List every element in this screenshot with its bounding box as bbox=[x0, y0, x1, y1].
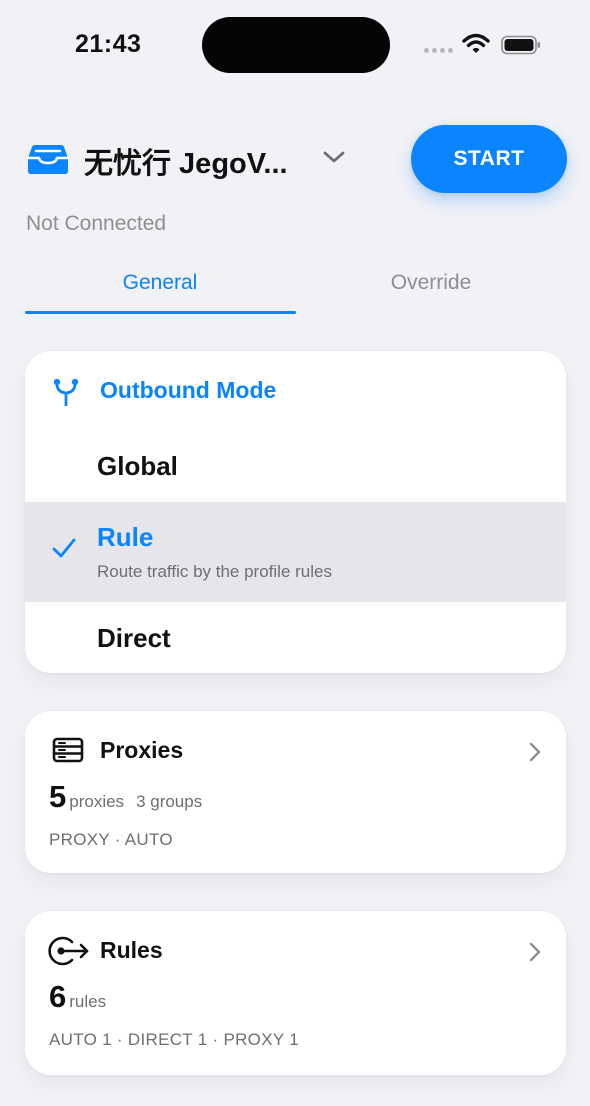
battery-icon bbox=[501, 35, 540, 55]
tab-bar: General Override bbox=[25, 262, 566, 316]
server-stack-icon bbox=[52, 737, 84, 763]
proxies-card[interactable]: Proxies 5 proxies 3 groups PROXY · AUTO bbox=[25, 711, 566, 873]
mode-label: Direct bbox=[97, 623, 171, 653]
proxies-groups: 3 groups bbox=[136, 792, 203, 811]
outbound-mode-title: Outbound Mode bbox=[100, 377, 277, 403]
cellular-signal-icon bbox=[424, 48, 453, 53]
mode-label: Global bbox=[97, 451, 178, 481]
chevron-right-icon[interactable] bbox=[528, 741, 542, 763]
mode-description: Route traffic by the profile rules bbox=[97, 562, 332, 581]
wifi-icon bbox=[462, 33, 490, 53]
rules-unit: rules bbox=[69, 992, 107, 1011]
inbox-tray-icon[interactable] bbox=[27, 142, 69, 176]
proxies-unit: proxies bbox=[69, 792, 125, 811]
rules-count: 6 bbox=[49, 979, 67, 1014]
outbound-mode-header: Outbound Mode bbox=[25, 351, 566, 431]
tab-selection-indicator bbox=[25, 311, 296, 314]
profile-name[interactable]: 无忧行 JegoV... bbox=[84, 140, 288, 182]
mode-option-global[interactable]: Global bbox=[25, 431, 566, 501]
mode-option-direct[interactable]: Direct bbox=[25, 603, 566, 673]
status-bar: 21:43 bbox=[0, 0, 590, 90]
dynamic-island bbox=[202, 17, 390, 73]
proxies-title: Proxies bbox=[100, 737, 184, 763]
rules-subline: AUTO 1 · DIRECT 1 · PROXY 1 bbox=[49, 1030, 299, 1049]
rules-card[interactable]: Rules 6 rules AUTO 1 · DIRECT 1 · PROXY 1 bbox=[25, 911, 566, 1075]
proxies-subline: PROXY · AUTO bbox=[49, 830, 173, 849]
start-button[interactable]: START bbox=[411, 125, 567, 193]
mode-label: Rule bbox=[97, 522, 154, 552]
connection-status: Not Connected bbox=[26, 212, 167, 235]
proxies-count-row: 5 proxies 3 groups bbox=[49, 779, 202, 815]
mode-option-rule[interactable]: Rule Route traffic by the profile rules bbox=[25, 502, 566, 602]
rules-title: Rules bbox=[100, 937, 163, 963]
status-time: 21:43 bbox=[75, 30, 142, 58]
tab-general[interactable]: General bbox=[25, 262, 295, 312]
rules-count-row: 6 rules bbox=[49, 979, 106, 1015]
chevron-right-icon[interactable] bbox=[528, 941, 542, 963]
header: 无忧行 JegoV... START bbox=[0, 120, 590, 200]
chevron-down-icon[interactable] bbox=[321, 148, 347, 166]
outbound-mode-card: Outbound Mode Global Rule Route traffic … bbox=[25, 351, 566, 673]
rules-arrow-icon bbox=[48, 936, 89, 966]
checkmark-icon bbox=[52, 538, 76, 558]
fork-icon bbox=[53, 378, 79, 406]
proxies-count: 5 bbox=[49, 779, 67, 814]
tab-override[interactable]: Override bbox=[296, 262, 566, 312]
